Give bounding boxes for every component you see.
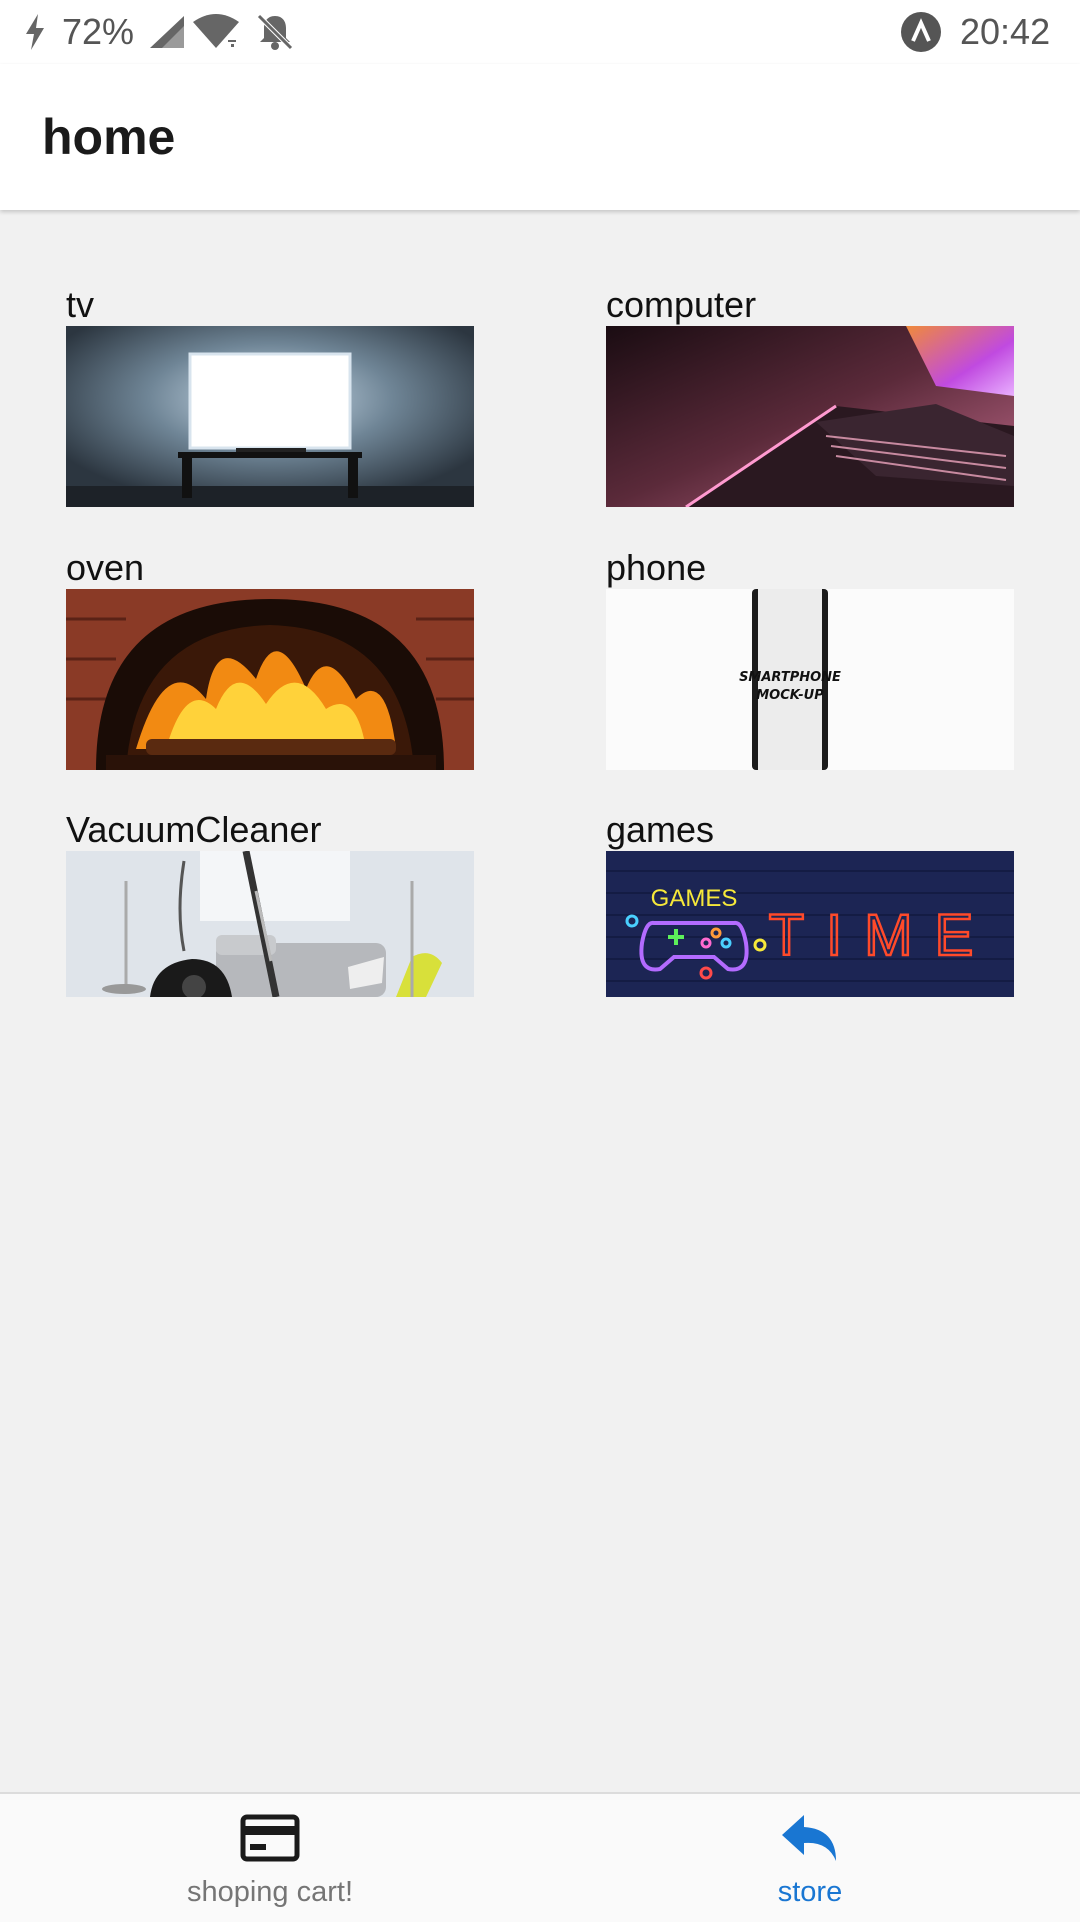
battery-level: 72%: [62, 11, 135, 52]
laptop-photo[interactable]: [606, 326, 1014, 507]
charging-bolt-icon: [22, 0, 48, 64]
vacuum-cleaner-photo[interactable]: [66, 851, 474, 997]
nav-item-store[interactable]: store: [540, 1794, 1080, 1922]
wifi-icon: [192, 0, 240, 64]
neon-games-text: GAMES: [651, 885, 738, 912]
category-tile-games[interactable]: games GAMES TIME: [606, 809, 1014, 997]
smartphone-mockup-photo[interactable]: SMARTPHONE MOCK-UP: [606, 589, 1014, 770]
nav-label-shopping-cart: shoping cart!: [186, 1876, 354, 1908]
category-label: phone: [606, 547, 707, 588]
category-tile-tv[interactable]: tv: [66, 284, 474, 507]
credit-card-icon: [240, 1812, 300, 1864]
category-label: VacuumCleaner: [66, 809, 322, 850]
wood-fired-oven-photo[interactable]: [66, 589, 474, 770]
bottom-navigation: shoping cart! store: [0, 1792, 1080, 1922]
category-tile-computer[interactable]: computer: [606, 284, 1014, 507]
category-tile-vacuumcleaner[interactable]: VacuumCleaner: [66, 809, 474, 997]
category-label: computer: [606, 284, 757, 325]
neon-time-text: TIME: [769, 903, 996, 968]
category-label: tv: [66, 284, 95, 325]
category-label: games: [606, 809, 715, 850]
mockup-text-line-1: SMARTPHONE: [739, 670, 841, 685]
page-title: home: [42, 109, 176, 165]
notifications-muted-icon: [256, 0, 294, 64]
category-label: oven: [66, 547, 145, 588]
category-tile-phone[interactable]: phone SMARTPHONE MOCK-UP: [606, 547, 1014, 770]
mockup-text-line-2: MOCK-UP: [756, 688, 824, 703]
category-tile-oven[interactable]: oven: [66, 547, 474, 770]
games-neon-sign-photo[interactable]: GAMES TIME: [606, 851, 1014, 997]
status-bar: 72% 20:42: [0, 0, 1080, 64]
nav-label-store: store: [777, 1876, 843, 1908]
app-bar: home: [0, 64, 1080, 210]
nav-item-shopping-cart[interactable]: shoping cart!: [0, 1794, 540, 1922]
clock: 20:42: [960, 11, 1051, 52]
tv-photo[interactable]: [66, 326, 474, 507]
cell-signal-icon: [148, 0, 186, 64]
app-notification-icon: [900, 0, 942, 64]
reply-arrow-icon: [780, 1812, 840, 1864]
